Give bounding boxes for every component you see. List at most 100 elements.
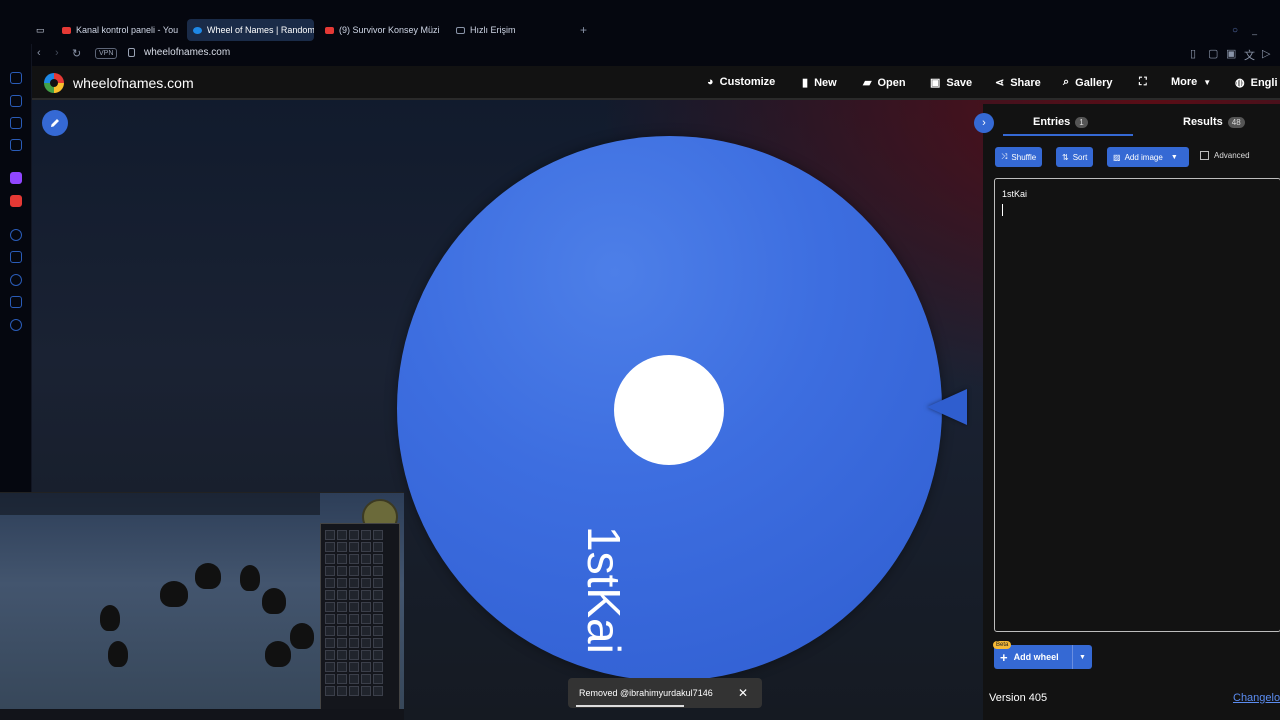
inventory-slot bbox=[349, 542, 359, 552]
inventory-slot bbox=[361, 566, 371, 576]
fullscreen-button[interactable]: ⛶ bbox=[1139, 76, 1147, 89]
share-button[interactable]: ⋖ Share bbox=[995, 76, 1041, 90]
tab-youtube-studio[interactable]: Kanal kontrol paneli - You bbox=[56, 19, 181, 41]
caret-down-icon: ▼ bbox=[1203, 77, 1212, 87]
translate-icon[interactable]: 文 bbox=[1244, 47, 1255, 63]
inventory-slot bbox=[349, 554, 359, 564]
inventory-slot bbox=[361, 626, 371, 636]
inventory-slot bbox=[349, 686, 359, 696]
add-image-button[interactable]: ▨ Add image ▼ bbox=[1107, 147, 1189, 167]
game-character bbox=[195, 563, 221, 589]
inventory-slot bbox=[361, 578, 371, 588]
add-wheel-dropdown-icon[interactable]: ▼ bbox=[1072, 645, 1092, 669]
tab-results[interactable]: Results 48 bbox=[1183, 116, 1245, 128]
history-icon[interactable] bbox=[10, 274, 22, 286]
globe-icon: ◍ bbox=[1235, 77, 1245, 89]
collapse-panel-button[interactable]: › bbox=[974, 113, 994, 133]
folder-icon: ▰ bbox=[863, 77, 872, 89]
site-title[interactable]: wheelofnames.com bbox=[73, 75, 194, 91]
save-icon: ▣ bbox=[930, 77, 941, 89]
game-character bbox=[108, 641, 128, 667]
sidebar-app-icon[interactable] bbox=[10, 117, 22, 129]
game-capture-overlay bbox=[0, 492, 404, 720]
inventory-slot bbox=[361, 614, 371, 624]
edit-wheel-button[interactable] bbox=[42, 110, 68, 136]
image-icon: ▨ bbox=[1113, 152, 1121, 162]
inventory-slot bbox=[349, 638, 359, 648]
site-logo-icon[interactable] bbox=[44, 73, 64, 93]
save-button[interactable]: ▣ Save bbox=[930, 76, 972, 90]
inventory-slot bbox=[349, 650, 359, 660]
inventory-slot bbox=[361, 650, 371, 660]
sort-button[interactable]: ⇅ Sort bbox=[1056, 147, 1094, 167]
version-label: Version 405 bbox=[989, 692, 1048, 704]
spin-wheel[interactable]: 1stKai bbox=[397, 136, 942, 681]
pinboard-icon[interactable] bbox=[10, 251, 22, 263]
new-tab-button[interactable]: + bbox=[580, 19, 596, 41]
back-icon[interactable]: ‹ bbox=[37, 47, 41, 59]
inventory-slot bbox=[373, 566, 383, 576]
youtube-icon[interactable] bbox=[10, 195, 22, 207]
inventory-slot bbox=[373, 614, 383, 624]
inventory-slot bbox=[325, 578, 335, 588]
grid-icon bbox=[456, 26, 465, 34]
search-icon: ⌕ bbox=[1063, 76, 1070, 88]
inventory-slot bbox=[361, 590, 371, 600]
inventory-slot bbox=[337, 602, 347, 612]
gallery-button[interactable]: ⌕ Gallery bbox=[1063, 76, 1112, 89]
reload-icon[interactable]: ↻ bbox=[72, 47, 81, 60]
inventory-slot bbox=[337, 686, 347, 696]
game-inventory bbox=[320, 523, 400, 713]
snapshot-icon[interactable]: ▢ bbox=[1208, 47, 1218, 60]
inventory-slot bbox=[337, 614, 347, 624]
entries-textarea[interactable]: 1stKai bbox=[994, 178, 1280, 632]
game-character bbox=[290, 623, 314, 649]
vpn-badge[interactable]: VPN bbox=[95, 48, 118, 59]
inventory-slot bbox=[349, 614, 359, 624]
sort-icon: ⇅ bbox=[1062, 152, 1069, 162]
tab-wheel-of-names[interactable]: Wheel of Names | Random bbox=[187, 19, 314, 41]
game-character bbox=[265, 641, 291, 667]
language-button[interactable]: ◍ Engli bbox=[1235, 76, 1278, 90]
inventory-slot bbox=[349, 566, 359, 576]
player-icon[interactable] bbox=[10, 229, 22, 241]
settings-icon[interactable] bbox=[10, 319, 22, 331]
inventory-slot bbox=[337, 626, 347, 636]
extensions-icon[interactable] bbox=[10, 296, 22, 308]
easy-setup-icon[interactable]: ▣ bbox=[1226, 47, 1236, 60]
fullscreen-icon: ⛶ bbox=[1139, 76, 1147, 88]
tab-menu-icon[interactable]: ▭ bbox=[36, 19, 50, 41]
tab-entries[interactable]: Entries 1 bbox=[1033, 116, 1088, 128]
tab-survivor[interactable]: (9) Survivor Konsey Müzi bbox=[319, 19, 441, 41]
minimize-icon[interactable]: _ bbox=[1252, 19, 1264, 41]
changelog-link[interactable]: Changelo bbox=[1233, 692, 1280, 704]
inventory-slot bbox=[361, 602, 371, 612]
wheel-center[interactable] bbox=[614, 355, 724, 465]
shuffle-button[interactable]: ⤨ Shuffle bbox=[995, 147, 1043, 167]
inventory-slot bbox=[361, 674, 371, 684]
inventory-slot bbox=[349, 530, 359, 540]
bookmark-icon[interactable]: ▯ bbox=[1190, 47, 1196, 60]
lock-icon[interactable] bbox=[128, 48, 135, 57]
sidebar-app-icon[interactable] bbox=[10, 72, 22, 84]
customize-button[interactable]: ◕ Customize bbox=[707, 76, 775, 88]
more-menu-button[interactable]: More ▼ bbox=[1171, 76, 1211, 88]
player-icon[interactable]: ▷ bbox=[1262, 47, 1270, 60]
inventory-slot bbox=[349, 626, 359, 636]
sidebar-app-icon[interactable] bbox=[10, 139, 22, 151]
forward-icon[interactable]: › bbox=[55, 47, 59, 59]
inventory-slot bbox=[337, 638, 347, 648]
close-icon[interactable]: ✕ bbox=[738, 686, 748, 700]
open-button[interactable]: ▰ Open bbox=[863, 76, 906, 90]
url-field[interactable]: wheelofnames.com bbox=[144, 47, 230, 58]
game-character bbox=[100, 605, 120, 631]
tab-speed-dial[interactable]: Hızlı Erişim bbox=[450, 19, 530, 41]
twitch-icon[interactable] bbox=[10, 172, 22, 184]
advanced-checkbox[interactable]: Advanced bbox=[1200, 151, 1250, 160]
inventory-slot bbox=[361, 554, 371, 564]
new-button[interactable]: ▮ New bbox=[802, 76, 837, 90]
inventory-slot bbox=[337, 590, 347, 600]
sidebar-app-icon[interactable] bbox=[10, 95, 22, 107]
search-tabs-icon[interactable]: ○ bbox=[1232, 19, 1246, 41]
checkbox-box[interactable] bbox=[1200, 151, 1209, 160]
